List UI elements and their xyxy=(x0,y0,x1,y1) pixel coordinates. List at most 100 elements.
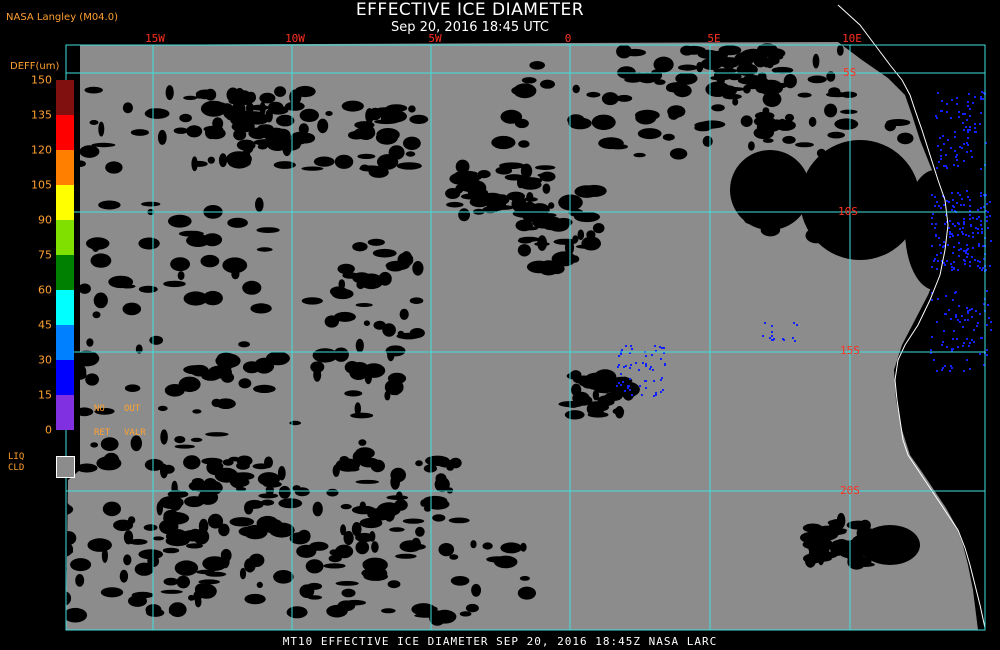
ice-pixel xyxy=(947,139,949,141)
ice-pixel xyxy=(977,260,979,262)
ice-pixel xyxy=(641,394,643,396)
clear-patch xyxy=(412,261,424,276)
ice-pixel xyxy=(962,113,964,115)
clear-patch xyxy=(215,398,236,410)
clear-patch xyxy=(535,165,556,171)
clear-patch xyxy=(420,500,438,507)
ice-pixel xyxy=(981,228,983,230)
clear-patch xyxy=(254,357,275,374)
ice-pixel xyxy=(771,335,773,337)
ice-pixel xyxy=(940,252,942,254)
clear-patch xyxy=(127,516,136,524)
ice-pixel xyxy=(935,115,937,117)
lat-label-15s: 15S xyxy=(840,344,860,357)
ice-pixel xyxy=(943,262,945,264)
ice-pixel xyxy=(963,218,965,220)
legend-tick-60: 60 xyxy=(38,283,52,297)
ice-pixel xyxy=(616,385,618,387)
ice-pixel xyxy=(943,330,945,332)
clear-patch xyxy=(229,517,255,527)
ice-pixel xyxy=(662,389,664,391)
ice-pixel xyxy=(948,227,950,229)
ice-pixel xyxy=(660,358,662,360)
clear-patch xyxy=(808,116,817,127)
ice-pixel xyxy=(764,322,766,324)
clear-patch xyxy=(592,223,605,234)
ice-pixel xyxy=(934,196,936,198)
ice-pixel xyxy=(793,322,795,324)
clear-patch xyxy=(359,273,384,290)
ice-pixel xyxy=(952,338,954,340)
legend-tick-105: 105 xyxy=(31,178,52,192)
clear-patch xyxy=(257,143,268,150)
ice-pixel xyxy=(942,341,944,343)
ice-pixel xyxy=(961,231,963,233)
clear-patch xyxy=(108,275,134,289)
ice-pixel xyxy=(990,329,992,331)
ice-pixel xyxy=(986,324,988,326)
clear-patch xyxy=(89,120,99,125)
clear-area xyxy=(800,140,920,260)
ice-pixel xyxy=(949,233,951,235)
ice-pixel xyxy=(963,204,965,206)
clear-patch xyxy=(286,606,308,619)
ice-pixel xyxy=(931,336,933,338)
clear-patch xyxy=(681,45,706,55)
clear-patch xyxy=(70,558,92,572)
clear-patch xyxy=(93,292,108,309)
clear-patch xyxy=(897,132,914,145)
clear-patch xyxy=(667,105,686,118)
ice-pixel xyxy=(630,364,632,366)
ice-pixel xyxy=(954,136,956,138)
clear-patch xyxy=(215,353,241,369)
clear-area xyxy=(905,170,965,290)
clear-patch xyxy=(227,217,248,228)
legend-swatch xyxy=(56,290,74,325)
ice-pixel xyxy=(976,325,978,327)
clear-patch xyxy=(228,97,247,105)
ice-pixel xyxy=(618,355,620,357)
ice-pixel xyxy=(645,355,647,357)
map-title: EFFECTIVE ICE DIAMETER xyxy=(355,0,585,20)
clear-patch xyxy=(699,120,726,129)
clear-patch xyxy=(539,171,556,182)
clear-patch xyxy=(578,378,586,386)
clear-patch xyxy=(367,238,385,246)
ice-pixel xyxy=(957,165,959,167)
clear-patch xyxy=(124,384,141,393)
ice-pixel xyxy=(979,267,981,269)
clear-patch xyxy=(325,111,333,116)
ice-pixel xyxy=(952,199,954,201)
clear-patch xyxy=(208,125,220,136)
clear-patch xyxy=(100,587,124,598)
clear-patch xyxy=(666,82,689,93)
clear-patch xyxy=(834,118,859,130)
ice-pixel xyxy=(664,363,666,365)
legend-tick-90: 90 xyxy=(38,213,52,227)
ice-pixel xyxy=(969,342,971,344)
clear-patch xyxy=(238,378,252,389)
ice-pixel xyxy=(945,295,947,297)
clear-patch xyxy=(612,408,625,415)
ice-pixel xyxy=(967,105,969,107)
ice-pixel xyxy=(650,366,652,368)
clear-patch xyxy=(131,591,154,599)
ice-pixel xyxy=(956,154,958,156)
clear-patch xyxy=(75,407,94,417)
ice-pixel xyxy=(954,292,956,294)
ice-pixel xyxy=(970,224,972,226)
clear-patch xyxy=(294,487,310,497)
clear-patch xyxy=(141,201,161,207)
clear-patch xyxy=(371,541,379,553)
clear-patch xyxy=(262,481,282,488)
ice-pixel xyxy=(946,346,948,348)
clear-patch xyxy=(159,496,184,509)
clear-patch xyxy=(387,580,401,589)
clear-patch xyxy=(90,253,112,268)
ice-pixel xyxy=(980,220,982,222)
clear-patch xyxy=(219,469,234,475)
ice-pixel xyxy=(958,249,960,251)
clear-patch xyxy=(519,576,531,581)
clear-patch xyxy=(84,86,103,94)
clear-patch xyxy=(396,162,422,170)
